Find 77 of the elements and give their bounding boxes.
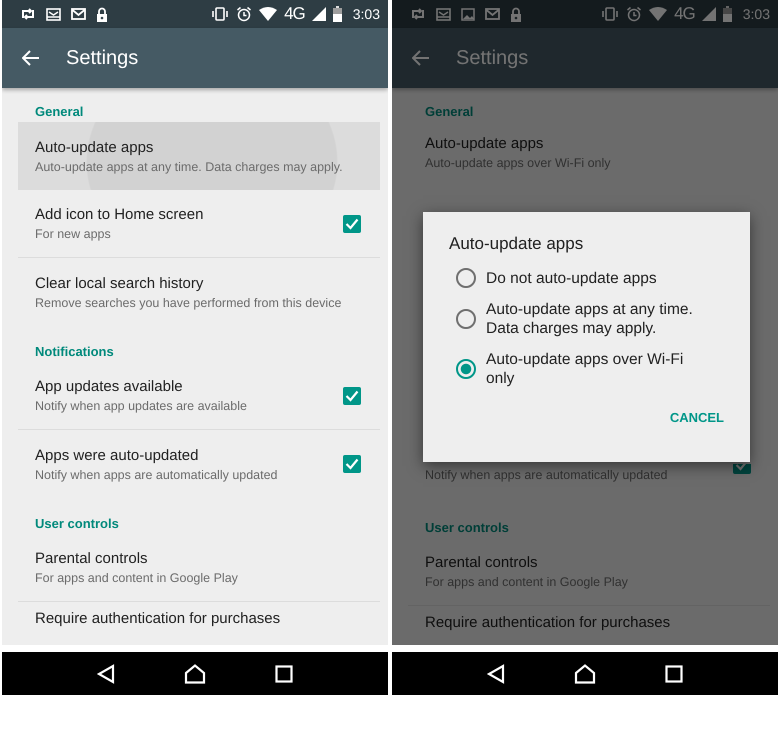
checkbox[interactable] [343,214,361,232]
setting-title: Parental controls [35,550,149,567]
radio-option[interactable]: Auto-update apps over Wi-Fi only [456,350,724,388]
section-header: General [34,103,84,118]
battery-icon [722,6,732,22]
clock-time: 3:03 [742,6,770,22]
setting-row[interactable]: Add icon to Home screen For new apps [18,190,380,258]
mail-icon [71,8,86,20]
back-icon[interactable] [486,664,505,684]
section-header: General [424,103,474,118]
inbox-icon [46,8,61,20]
signal-icon [702,7,716,21]
radio-button[interactable] [456,309,476,329]
radio-button[interactable] [456,359,476,379]
vibrate-icon [211,7,230,21]
setting-row[interactable]: Auto-update apps Auto-update apps over Wi-Fi only [408,118,770,186]
home-icon[interactable] [574,664,596,684]
section-header: User controls [424,519,510,537]
setting-title: Apps were auto-updated [35,446,200,464]
vibrate-icon [601,7,620,21]
home-icon[interactable] [184,664,206,684]
alarm-icon [236,6,252,22]
setting-row[interactable]: App updates available Notify when app updates are available [18,362,380,430]
setting-subtitle: Auto-update apps over Wi-Fi only [425,156,612,170]
clock-time: 3:03 [352,6,380,22]
recents-icon[interactable] [665,664,684,682]
lock-icon [96,6,108,22]
mail-icon [485,8,500,20]
toolbar-title: Settings [456,46,528,70]
checkbox[interactable] [343,455,361,473]
wifi-icon [649,7,668,21]
setting-title: Parental controls [425,554,539,571]
setting-subtitle: For apps and content in Google Play [425,575,629,589]
section-header: Notifications [34,343,115,361]
section-header: User controls [34,515,120,533]
setting-row[interactable]: Clear local search history Remove searches you have performed from this device [18,258,380,326]
toolbar-title: Settings [66,46,138,70]
setting-subtitle: Remove searches you have performed from this device [35,296,342,310]
battery-icon [332,6,342,22]
checkbox[interactable] [343,386,361,404]
setting-row[interactable]: Require authentication for purchases [18,602,380,642]
setting-subtitle: Notify when apps are automatically updated [35,468,279,482]
setting-title: Add icon to Home screen [35,206,204,223]
setting-subtitle: Notify when app updates are available [35,399,248,413]
wifi-icon [259,7,278,21]
network-type: 4G [284,4,305,24]
setting-title: Clear local search history [35,274,204,292]
setting-row[interactable]: Auto-update apps Auto-update apps at any time. Data charges may apply. [18,122,380,190]
setting-row[interactable]: Require authentication for purchases [408,606,770,645]
signal-icon [312,7,326,21]
setting-title: Auto-update apps [425,134,544,152]
setting-subtitle: Auto-update apps at any time. Data charges may apply. [35,160,344,174]
alarm-icon [626,6,642,22]
setting-row[interactable]: Apps were auto-updated Notify when apps are automatically updated [18,430,380,498]
setting-title: App updates available [35,378,184,395]
setting-subtitle: For new apps [35,227,112,241]
back-arrow-icon[interactable] [412,50,430,66]
setting-title: Require authentication for purchases [425,614,672,631]
network-type: 4G [674,4,695,24]
back-icon[interactable] [96,664,115,684]
sync-icon [410,8,426,20]
back-arrow-icon[interactable] [22,50,40,66]
dialog-title: Auto-update apps [449,234,584,254]
setting-subtitle: Notify when apps are automatically updated [425,468,669,482]
radio-button[interactable] [456,268,476,288]
sync-icon [20,8,36,20]
lock-icon [510,6,522,22]
radio-option[interactable]: Auto-update apps at any time. Data charges may apply. [456,300,724,338]
radio-option[interactable]: Do not auto-update apps [456,268,724,288]
setting-row[interactable]: Parental controls For apps and content in Google Play [408,538,770,606]
inbox-icon [436,8,451,20]
setting-title: Require authentication for purchases [35,610,282,627]
setting-row[interactable]: Parental controls For apps and content in Google Play [18,534,380,602]
recents-icon[interactable] [275,664,294,682]
image-icon [461,8,475,20]
setting-subtitle: For apps and content in Google Play [35,571,239,585]
setting-title: Auto-update apps [35,138,154,156]
